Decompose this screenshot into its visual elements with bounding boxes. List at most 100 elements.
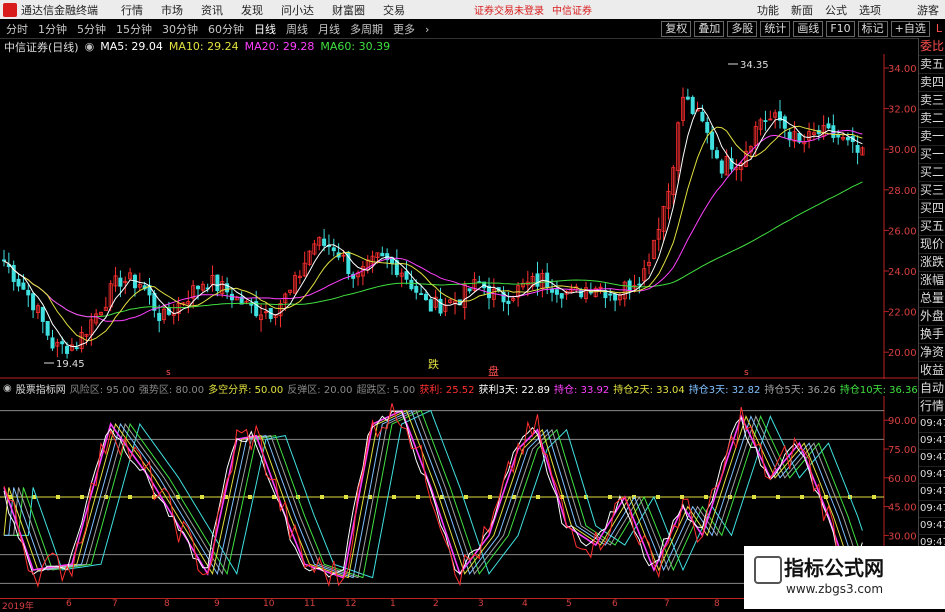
candle-body xyxy=(2,259,7,262)
candle-body xyxy=(380,252,385,257)
chevron-right-icon[interactable]: › xyxy=(425,23,429,36)
price-axis-label: 24.00 xyxy=(888,267,917,278)
indicator-legend-item: 持仓: 33.92 xyxy=(554,384,610,396)
candle-body xyxy=(608,293,613,296)
side-panel-item: 现价 xyxy=(919,236,945,254)
signal-mark: s xyxy=(744,368,749,378)
broker-name[interactable]: 中信证券 xyxy=(552,2,592,17)
menu-formula[interactable]: 公式 xyxy=(825,2,847,18)
tf-intraday[interactable]: 分时 xyxy=(6,21,28,37)
candle-body xyxy=(438,298,443,314)
side-panel-item: 09:47 xyxy=(919,433,945,450)
tf-monthly[interactable]: 月线 xyxy=(318,21,340,37)
tool-overlay[interactable]: 叠加 xyxy=(694,21,725,37)
side-panel-item[interactable]: 自动 xyxy=(919,380,945,398)
midline-dot xyxy=(680,495,684,499)
candle-body xyxy=(467,288,472,292)
candle-body xyxy=(26,289,31,296)
date-axis-label: 6 xyxy=(66,599,72,609)
indicator-axis-label: 45.00 xyxy=(888,503,917,514)
tool-f10[interactable]: F10 xyxy=(826,21,855,37)
indicator-legend-item[interactable]: 股票指标网 xyxy=(16,381,66,396)
indicator-legend-item: 持仓10天: 36.36 xyxy=(839,384,918,396)
indicator-legend-item: 持仓5天: 36.26 xyxy=(764,384,836,396)
price-axis-label: 30.00 xyxy=(888,145,917,156)
tf-1min[interactable]: 1分钟 xyxy=(38,21,67,37)
tf-60min[interactable]: 60分钟 xyxy=(208,21,244,37)
menu-new[interactable]: 新面 xyxy=(791,2,813,18)
menu-wealth[interactable]: 财富圈 xyxy=(332,2,365,18)
ma-legend: 中信证券(日线) ◉ MA5: 29.04 MA10: 29.24 MA20: … xyxy=(0,39,396,54)
date-axis-label: 3 xyxy=(478,599,484,609)
date-axis-label: 6 xyxy=(612,599,618,609)
menu-news[interactable]: 资讯 xyxy=(201,2,223,18)
midline-dot xyxy=(872,495,876,499)
candle-body xyxy=(627,280,632,291)
candle-body xyxy=(423,293,428,301)
menu-trade[interactable]: 交易 xyxy=(383,2,405,18)
menu-ask[interactable]: 问小达 xyxy=(281,2,314,18)
candle-body xyxy=(195,285,200,290)
indicator-axis-label: 60.00 xyxy=(888,474,917,485)
menu-function[interactable]: 功能 xyxy=(757,2,779,18)
guest-label[interactable]: 游客 xyxy=(917,2,939,18)
tool-draw[interactable]: 画线 xyxy=(793,21,824,37)
app-title: 通达信金融终端 xyxy=(21,3,98,17)
midline-dot xyxy=(752,495,756,499)
midline-dot xyxy=(80,495,84,499)
date-axis-label: 8 xyxy=(714,599,720,609)
date-axis-label: 5 xyxy=(566,599,572,609)
price-axis-label: 22.00 xyxy=(888,308,917,319)
tf-more[interactable]: 更多 xyxy=(393,21,415,37)
stock-name[interactable]: 中信证券(日线) xyxy=(4,39,79,55)
timeframe-toolbar: 分时 1分钟 5分钟 15分钟 30分钟 60分钟 日线 周线 月线 多周期 更… xyxy=(0,20,945,39)
tool-stats[interactable]: 统计 xyxy=(760,21,791,37)
date-axis-label: 11 xyxy=(304,599,316,609)
candle-body xyxy=(65,345,70,354)
indicator-legend-item: 超跌区: 5.00 xyxy=(356,384,416,396)
side-panel-item: 09:47 xyxy=(919,518,945,535)
watermark-logo: 指标公式网 www.zbgs3.com xyxy=(744,546,945,609)
high-annotation: 34.35 xyxy=(740,60,769,71)
candle-body xyxy=(157,312,162,321)
side-panel-item: 买二 xyxy=(919,164,945,182)
ma10-value: MA10: 29.24 xyxy=(168,40,239,53)
menu-discover[interactable]: 发现 xyxy=(241,2,263,18)
side-panel-item[interactable]: 行情 xyxy=(919,398,945,416)
tf-multi[interactable]: 多周期 xyxy=(350,21,383,37)
menu-market[interactable]: 市场 xyxy=(161,2,183,18)
candle-body xyxy=(331,247,336,252)
tool-multistock[interactable]: 多股 xyxy=(727,21,758,37)
tf-15min[interactable]: 15分钟 xyxy=(116,21,152,37)
menu-options[interactable]: 选项 xyxy=(859,2,881,18)
price-chart[interactable]: 34.00 32.00 30.00 28.00 26.00 24.00 22.00 20.00… xyxy=(0,54,918,379)
side-panel-item: 09:47 xyxy=(919,467,945,484)
candle-body xyxy=(763,120,768,122)
app-logo-icon xyxy=(3,2,17,17)
midline-dot xyxy=(128,495,132,499)
indicator-legend-item: 获利3天: 22.89 xyxy=(478,384,551,396)
tf-5min[interactable]: 5分钟 xyxy=(77,21,106,37)
login-notice[interactable]: 证券交易未登录 xyxy=(474,2,544,17)
midline-dot xyxy=(200,495,204,499)
side-panel-item: 09:47 xyxy=(919,501,945,518)
settings-icon[interactable]: ◉ xyxy=(85,40,95,53)
layout-toggle[interactable]: L xyxy=(933,22,945,36)
candle-body xyxy=(419,293,424,295)
tf-weekly[interactable]: 周线 xyxy=(286,21,308,37)
quote-side-panel: 委比 卖五 卖四 卖三 卖二 卖一 买一 买二 买三 买四 买五 现价 涨跌 涨幅 总量 外盘 换手 净资 收益 自动… xyxy=(918,38,945,609)
candle-body xyxy=(21,282,26,290)
midline-dot xyxy=(320,495,324,499)
menu-quotes[interactable]: 行情 xyxy=(121,2,143,18)
midline-dot xyxy=(656,495,660,499)
date-axis-label: 2019年 xyxy=(2,602,34,612)
side-panel-item: 09:47 xyxy=(919,484,945,501)
tf-daily[interactable]: 日线 xyxy=(254,21,276,37)
indicator-settings-icon[interactable]: ◉ xyxy=(3,383,12,394)
tf-30min[interactable]: 30分钟 xyxy=(162,21,198,37)
candle-body xyxy=(685,96,690,100)
tool-adjust[interactable]: 复权 xyxy=(661,21,692,37)
tool-watchlist[interactable]: +自选 xyxy=(890,21,930,37)
candle-body xyxy=(535,273,540,287)
tool-mark[interactable]: 标记 xyxy=(857,21,888,37)
